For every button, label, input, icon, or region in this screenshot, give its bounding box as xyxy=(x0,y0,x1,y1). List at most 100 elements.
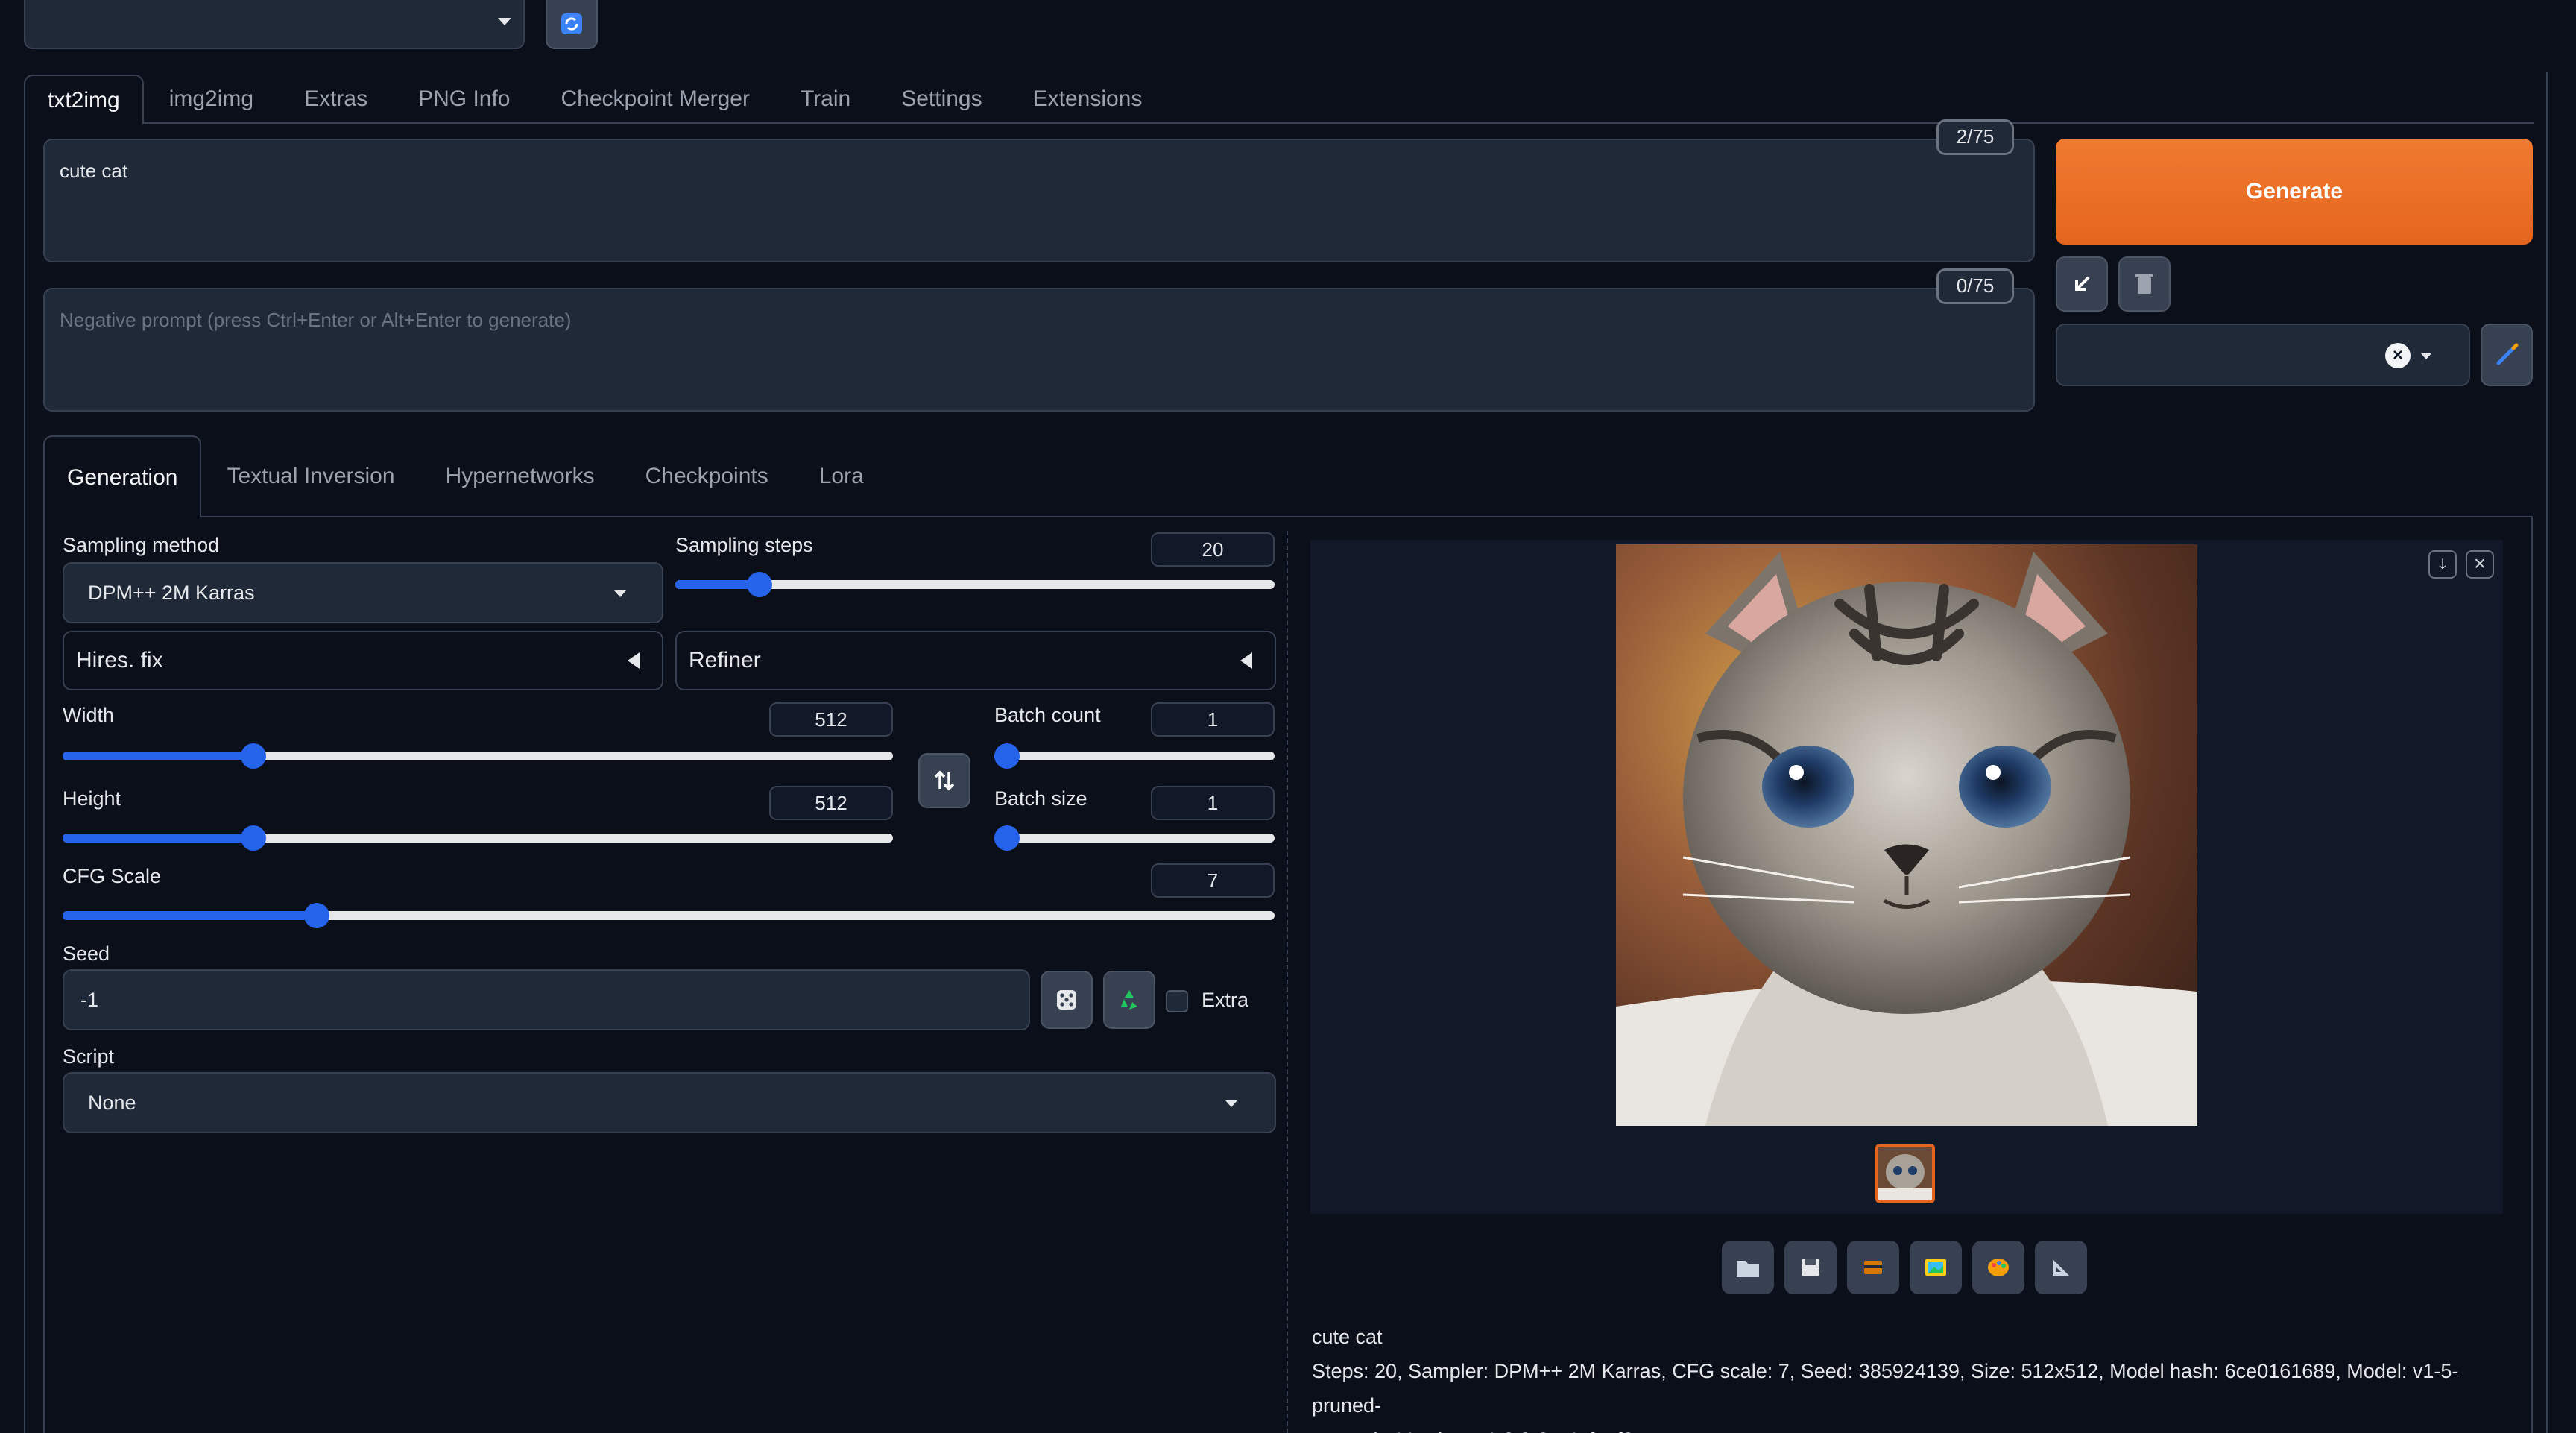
tab-extras[interactable]: Extras xyxy=(279,75,393,124)
open-folder-button[interactable] xyxy=(1722,1241,1774,1294)
refiner-label: Refiner xyxy=(689,648,761,673)
info-params-line1: Steps: 20, Sampler: DPM++ 2M Karras, CFG… xyxy=(1312,1360,2459,1417)
folder-icon xyxy=(1737,1261,1759,1277)
ruler-icon xyxy=(2053,1259,2069,1276)
cfg-scale-slider[interactable] xyxy=(63,903,1275,928)
tab-png-info[interactable]: PNG Info xyxy=(393,75,535,124)
dice-icon xyxy=(1057,990,1076,1010)
info-params-line2: emaonly, Version: v1.6.0-2-g4afaaf8a xyxy=(1312,1423,2504,1433)
tab-train[interactable]: Train xyxy=(775,75,876,124)
script-value: None xyxy=(88,1092,136,1114)
edit-styles-button[interactable] xyxy=(2481,324,2533,386)
download-icon[interactable]: ⤓ xyxy=(2428,550,2457,579)
arrow-down-left-icon xyxy=(2075,276,2090,291)
chevron-down-icon xyxy=(498,18,511,25)
negative-prompt-placeholder: Negative prompt (press Ctrl+Enter or Alt… xyxy=(60,309,572,331)
height-slider[interactable] xyxy=(63,825,893,851)
palette-icon xyxy=(1988,1259,2009,1276)
cfg-scale-input[interactable]: 7 xyxy=(1151,863,1275,898)
generate-button[interactable]: Generate xyxy=(2056,139,2533,245)
send-to-inpaint-button[interactable] xyxy=(1972,1241,2024,1294)
sampling-steps-input[interactable]: 20 xyxy=(1151,532,1275,567)
slider-thumb[interactable] xyxy=(241,825,267,851)
subpanel-left-border xyxy=(43,516,45,1433)
pencil-icon xyxy=(2496,343,2519,365)
hires-fix-label: Hires. fix xyxy=(76,648,163,673)
tab-txt2img[interactable]: txt2img xyxy=(24,75,144,124)
tab-extensions[interactable]: Extensions xyxy=(1008,75,1168,124)
height-input[interactable]: 512 xyxy=(769,786,893,820)
save-button[interactable] xyxy=(1784,1241,1837,1294)
batch-count-slider[interactable] xyxy=(994,743,1275,769)
refresh-checkpoint-button[interactable] xyxy=(546,0,598,49)
hires-fix-accordion[interactable]: Hires. fix xyxy=(63,631,663,690)
width-slider[interactable] xyxy=(63,743,893,769)
negative-prompt-token-counter: 0/75 xyxy=(1936,268,2014,304)
tab-hypernetworks[interactable]: Hypernetworks xyxy=(420,435,620,517)
collapse-arrow-icon xyxy=(1240,652,1252,669)
gallery-thumbnail[interactable] xyxy=(1875,1144,1935,1203)
close-icon[interactable]: × xyxy=(2466,550,2494,579)
tab-lora[interactable]: Lora xyxy=(794,435,889,517)
batch-size-input[interactable]: 1 xyxy=(1151,786,1275,820)
script-select[interactable]: None xyxy=(63,1072,1276,1133)
reuse-seed-button[interactable] xyxy=(1103,971,1155,1029)
slider-thumb[interactable] xyxy=(994,743,1020,769)
random-seed-button[interactable] xyxy=(1041,971,1093,1029)
batch-size-slider[interactable] xyxy=(994,825,1275,851)
width-input[interactable]: 512 xyxy=(769,702,893,737)
prompt-token-counter: 2/75 xyxy=(1936,119,2014,155)
clear-prompt-button[interactable] xyxy=(2118,256,2171,312)
seed-label: Seed xyxy=(63,942,110,965)
image-icon xyxy=(1925,1259,1946,1276)
slider-thumb[interactable] xyxy=(241,743,267,769)
zip-icon xyxy=(1864,1261,1882,1274)
sub-tabs: Generation Textual Inversion Hypernetwor… xyxy=(43,435,889,517)
sampling-steps-slider[interactable] xyxy=(675,572,1275,597)
info-prompt: cute cat xyxy=(1312,1326,1383,1348)
sampling-method-select[interactable]: DPM++ 2M Karras xyxy=(63,562,663,623)
extra-label: Extra xyxy=(1202,989,1249,1011)
prompt-textarea[interactable]: cute cat xyxy=(43,139,2035,262)
styles-select[interactable]: × xyxy=(2056,324,2470,386)
thumbnail-image xyxy=(1878,1147,1932,1200)
swap-dimensions-button[interactable] xyxy=(918,753,970,808)
chevron-down-icon xyxy=(2421,353,2431,359)
send-to-extras-button[interactable] xyxy=(2035,1241,2087,1294)
script-label: Script xyxy=(63,1045,115,1068)
tab-img2img[interactable]: img2img xyxy=(144,75,279,124)
main-tabs: txt2img img2img Extras PNG Info Checkpoi… xyxy=(24,72,1167,124)
output-divider xyxy=(1287,531,1288,1433)
generated-image[interactable] xyxy=(1616,544,2197,1126)
clear-styles-icon[interactable]: × xyxy=(2385,343,2411,368)
recycle-icon xyxy=(1121,990,1137,1010)
output-toolbar xyxy=(1722,1241,2087,1294)
chevron-down-icon xyxy=(614,590,626,597)
tab-textual-inversion[interactable]: Textual Inversion xyxy=(201,435,420,517)
sampling-method-value: DPM++ 2M Karras xyxy=(88,582,255,604)
tab-checkpoints[interactable]: Checkpoints xyxy=(620,435,794,517)
generation-info: cute cat Steps: 20, Sampler: DPM++ 2M Ka… xyxy=(1312,1320,2504,1433)
width-label: Width xyxy=(63,704,115,726)
tab-generation[interactable]: Generation xyxy=(43,435,202,517)
sampling-steps-label: Sampling steps xyxy=(675,534,813,556)
batch-count-input[interactable]: 1 xyxy=(1151,702,1275,737)
tab-settings[interactable]: Settings xyxy=(876,75,1007,124)
refiner-accordion[interactable]: Refiner xyxy=(675,631,1276,690)
zip-button[interactable] xyxy=(1847,1241,1899,1294)
slider-thumb[interactable] xyxy=(304,903,330,928)
subpanel-right-border xyxy=(2531,516,2533,1433)
extra-checkbox[interactable] xyxy=(1166,990,1188,1012)
send-to-img2img-button[interactable] xyxy=(1910,1241,1962,1294)
swap-arrows-icon xyxy=(934,770,955,791)
read-params-button[interactable] xyxy=(2056,256,2108,312)
seed-input[interactable]: -1 xyxy=(63,969,1030,1030)
chevron-down-icon xyxy=(1225,1100,1237,1107)
negative-prompt-textarea[interactable]: Negative prompt (press Ctrl+Enter or Alt… xyxy=(43,288,2035,412)
collapse-arrow-icon xyxy=(628,652,640,669)
slider-thumb[interactable] xyxy=(994,825,1020,851)
checkpoint-select[interactable] xyxy=(24,0,525,49)
right-edge-border xyxy=(2546,72,2548,1433)
slider-thumb[interactable] xyxy=(746,572,772,597)
tab-checkpoint-merger[interactable]: Checkpoint Merger xyxy=(536,75,775,124)
